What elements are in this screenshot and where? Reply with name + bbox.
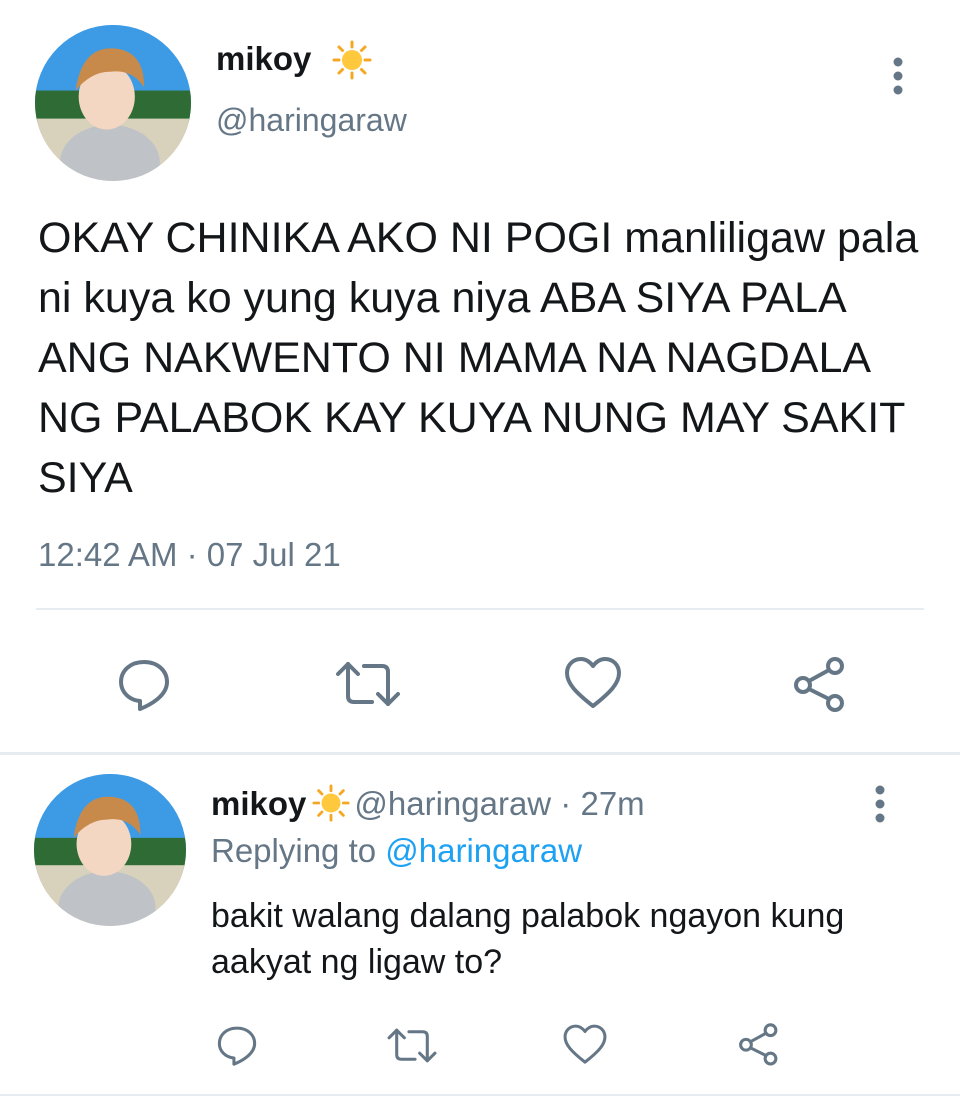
reply-meta: @haringaraw · 27m — [354, 785, 645, 822]
share-icon[interactable] — [736, 1021, 782, 1067]
reply-icon[interactable] — [114, 654, 174, 714]
like-icon[interactable] — [563, 654, 623, 712]
author-handle[interactable]: @haringaraw — [216, 102, 407, 139]
reply-author-name[interactable]: mikoy — [211, 785, 306, 822]
reply-text: bakit walang dalang palabok ngayon kung … — [211, 897, 845, 981]
share-icon[interactable] — [790, 654, 850, 714]
avatar-photo — [35, 25, 191, 181]
reply-header: mikoy @haringaraw · 27m — [211, 784, 645, 823]
sun-emoji-icon — [332, 40, 372, 80]
divider — [36, 608, 924, 610]
replying-to-mention[interactable]: @haringaraw — [385, 832, 582, 869]
retweet-icon[interactable] — [386, 1024, 438, 1067]
divider — [0, 1094, 960, 1096]
replying-to: Replying to @haringaraw — [211, 832, 582, 870]
more-options-icon[interactable] — [862, 780, 898, 828]
avatar-photo — [34, 774, 186, 926]
author-avatar[interactable] — [35, 25, 191, 181]
reply-icon[interactable] — [214, 1022, 260, 1068]
tweet-text: OKAY CHINIKA AKO NI POGI manliligaw pala… — [38, 214, 919, 502]
author-name[interactable]: mikoy — [216, 40, 311, 78]
retweet-icon[interactable] — [334, 656, 402, 712]
tweet-timestamp[interactable]: 12:42 AM · 07 Jul 21 — [38, 536, 341, 574]
like-icon[interactable] — [562, 1022, 608, 1067]
reply-author-avatar[interactable] — [34, 774, 186, 926]
sun-emoji-icon — [312, 784, 350, 822]
more-options-icon[interactable] — [880, 52, 916, 100]
section-divider — [0, 752, 960, 755]
replying-prefix: Replying to — [211, 832, 386, 869]
